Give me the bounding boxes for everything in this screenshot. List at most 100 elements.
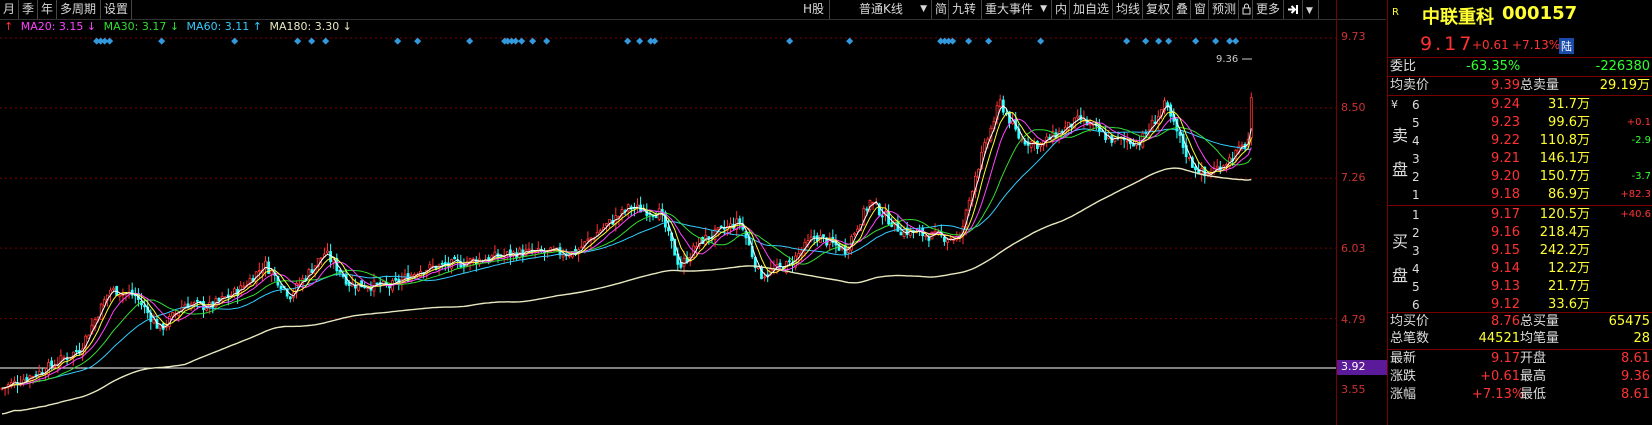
kline-chart[interactable]: 9.36	[0, 36, 1336, 425]
candle-body	[37, 370, 41, 378]
forecast-button[interactable]: 预测	[1209, 0, 1239, 19]
more-button[interactable]: 更多	[1253, 0, 1284, 19]
candle-body	[1215, 165, 1219, 169]
signal-diamond	[651, 37, 659, 45]
stock-code: 000157	[1502, 3, 1578, 24]
candle-body	[682, 258, 686, 267]
stat-value: 8.61	[1621, 387, 1650, 402]
settings-button[interactable]: 设置	[101, 0, 132, 19]
buy-order-level: 3	[1412, 244, 1420, 258]
candle-body	[719, 225, 723, 228]
sell-order-price: 9.20	[1491, 169, 1520, 184]
stats-row: 最新 9.17 开盘 8.61	[1388, 350, 1652, 368]
candle-body	[881, 215, 884, 218]
buy-order-row-4[interactable]: 4 9.14 12.2万	[1388, 260, 1652, 278]
candle-body	[899, 232, 903, 236]
buy-order-level: 4	[1412, 262, 1420, 276]
price-change: +0.61	[1472, 38, 1509, 52]
buy-order-price: 9.17	[1491, 207, 1520, 222]
buy-order-row-1[interactable]: 1 9.17 120.5万 +40.6	[1388, 206, 1652, 224]
buy-order-volume: 242.2万	[1539, 243, 1590, 258]
period-year-button[interactable]: 年	[38, 0, 57, 19]
ma-legend: ↑ MA20: 3.15 ↓ MA30: 3.17 ↓ MA60: 3.11 ↑…	[0, 20, 360, 36]
stat-label: 涨幅	[1390, 387, 1417, 402]
buy-order-row-3[interactable]: 3 9.15 242.2万	[1388, 242, 1652, 260]
buy-order-level: 2	[1412, 226, 1420, 240]
ma30-line	[1, 126, 1252, 389]
signal-diamond	[1037, 37, 1045, 45]
major-events-select[interactable]: 重大事件 ▼	[982, 0, 1052, 19]
sell-order-row-3[interactable]: 3 9.21 146.1万	[1388, 150, 1652, 168]
stats-row: 涨跌 +0.61 最高 9.36	[1388, 368, 1652, 386]
sell-order-row-4[interactable]: 4 9.22 110.8万 -2.9	[1388, 132, 1652, 150]
overlay-button[interactable]: 叠	[1173, 0, 1191, 19]
period-quarter-button[interactable]: 季	[19, 0, 38, 19]
sell-order-price: 9.24	[1491, 97, 1520, 112]
candle-body	[288, 296, 292, 300]
sell-order-price: 9.23	[1491, 115, 1520, 130]
signal-diamond	[394, 37, 402, 45]
candle-body	[946, 239, 949, 243]
candle-body	[462, 264, 466, 267]
nine-turn-button[interactable]: 九转	[949, 0, 982, 19]
inner-button[interactable]: 内	[1052, 0, 1070, 19]
candle-body	[50, 360, 53, 367]
ma180-line	[1, 167, 1252, 415]
sell-order-volume: 99.6万	[1548, 115, 1590, 130]
lock-icon[interactable]	[1239, 0, 1253, 19]
sell-order-row-5[interactable]: 5 9.23 99.6万 +0.1	[1388, 114, 1652, 132]
candle-body	[242, 285, 246, 288]
chart-type-select[interactable]: 普通K线 ▼	[830, 0, 932, 19]
order-ratio-row: 委比 -63.35% -226380	[1390, 59, 1650, 74]
candle-body	[1036, 140, 1039, 149]
buy-order-price: 9.16	[1491, 225, 1520, 240]
multi-period-button[interactable]: 多周期	[57, 0, 101, 19]
candle-body	[440, 262, 444, 265]
sell-order-volume: 31.7万	[1548, 97, 1590, 112]
adjust-button[interactable]: 复权	[1143, 0, 1173, 19]
h-share-button[interactable]: H股	[800, 0, 830, 19]
buy-order-row-2[interactable]: 2 9.16 218.4万	[1388, 224, 1652, 242]
moving-average-button[interactable]: 均线	[1113, 0, 1143, 19]
add-watchlist-button[interactable]: 加自选	[1070, 0, 1113, 19]
candle-body	[738, 218, 742, 223]
candle-body	[636, 204, 639, 207]
signal-diamond	[518, 37, 526, 45]
buy-order-row-5[interactable]: 5 9.13 21.7万	[1388, 278, 1652, 296]
candle-body	[998, 99, 1002, 108]
candle-body	[778, 262, 782, 267]
sell-order-price: 9.18	[1491, 187, 1520, 202]
buy-order-volume: 12.2万	[1548, 261, 1590, 276]
signal-diamond	[543, 37, 551, 45]
sell-order-row-1[interactable]: 1 9.18 86.9万 +82.3	[1388, 186, 1652, 204]
sell-order-row-2[interactable]: 2 9.20 150.7万 -3.7	[1388, 168, 1652, 186]
collapse-panel-icon[interactable]	[1284, 0, 1303, 19]
ma5-line	[1, 105, 1252, 389]
avg-sell-row: 均卖价 9.39 总卖量 29.19万	[1390, 78, 1650, 93]
signal-diamond	[1123, 37, 1131, 45]
buy-order-volume: 21.7万	[1548, 279, 1590, 294]
ma-legend-item-3: MA180: 3.30 ↓	[265, 20, 352, 33]
simple-button[interactable]: 简	[932, 0, 949, 19]
ma-legend-item-1: MA30: 3.17 ↓	[100, 20, 180, 33]
sell-order-row-6[interactable]: 6 9.24 31.7万	[1388, 96, 1652, 114]
period-month-button[interactable]: 月	[0, 0, 19, 19]
stat-label: 开盘	[1520, 351, 1547, 366]
sell-order-delta: +0.1	[1626, 117, 1651, 128]
candle-body	[933, 230, 937, 234]
buy-order-price: 9.13	[1491, 279, 1520, 294]
candle-body	[112, 287, 115, 290]
candle-body	[326, 250, 329, 254]
window-button[interactable]: 窗	[1191, 0, 1209, 19]
candle-body	[319, 257, 323, 260]
candle-body	[453, 256, 457, 260]
candle-body	[428, 264, 432, 269]
stat-label: 最新	[1390, 351, 1417, 366]
signal-diamond	[1232, 37, 1240, 45]
signal-diamond	[1212, 37, 1220, 45]
buy-order-volume: 120.5万	[1539, 207, 1590, 222]
sell-order-book: ¥ 卖 盘 6 9.24 31.7万 5 9.23 99.6万 +0.1 4 9.22 110.8…	[1388, 96, 1652, 204]
major-events-label: 重大事件	[985, 2, 1034, 16]
candle-body	[679, 262, 683, 268]
dropdown-icon[interactable]: ▼	[1303, 0, 1319, 19]
